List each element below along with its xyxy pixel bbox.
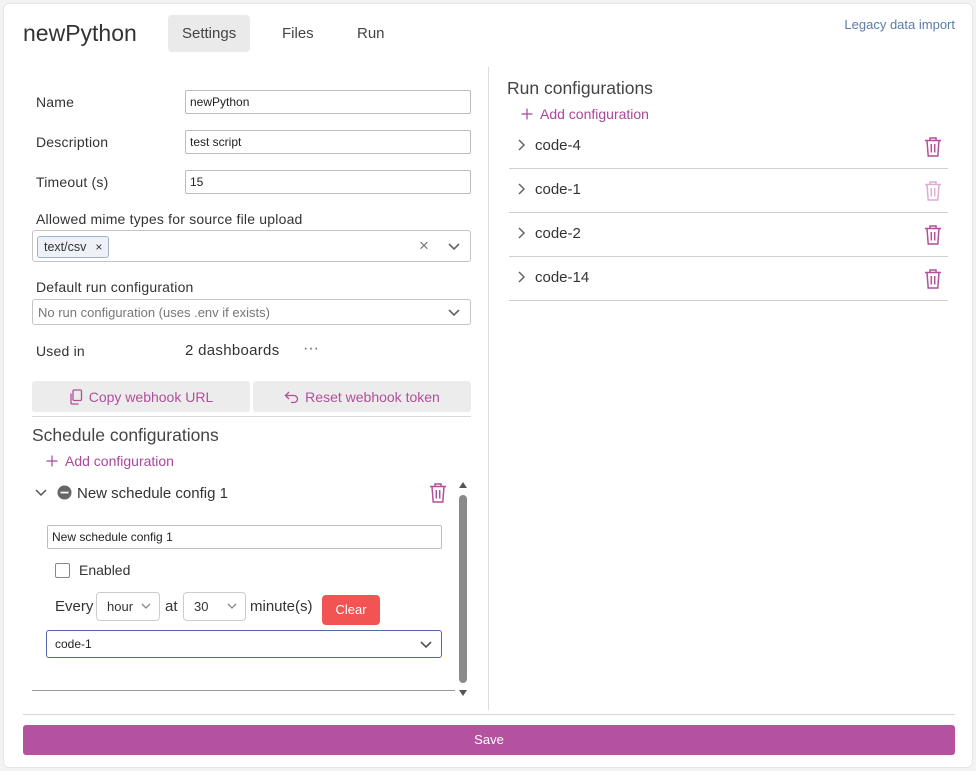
default-run-config-placeholder: No run configuration (uses .env if exist…	[38, 305, 270, 320]
more-options-icon[interactable]: ···	[303, 340, 319, 358]
every-label: Every	[55, 598, 94, 615]
trash-icon[interactable]	[923, 268, 943, 290]
run-config-select[interactable]: code-1	[46, 630, 442, 658]
minus-circle-icon	[57, 485, 72, 500]
schedule-configurations-title: Schedule configurations	[32, 425, 219, 445]
chevron-right-icon[interactable]	[514, 138, 528, 152]
run-config-row[interactable]: code-14	[509, 257, 948, 301]
run-config-row[interactable]: code-4	[509, 125, 948, 169]
reset-webhook-token-button[interactable]: Reset webhook token	[253, 381, 471, 412]
used-in-label: Used in	[36, 343, 85, 359]
run-configurations-title: Run configurations	[507, 78, 653, 98]
enabled-label: Enabled	[79, 562, 131, 578]
chevron-right-icon[interactable]	[514, 270, 528, 284]
chevron-down-icon	[227, 603, 237, 609]
chevron-down-icon	[141, 603, 151, 609]
copy-icon	[70, 388, 82, 405]
description-label: Description	[36, 134, 109, 150]
column-divider	[488, 67, 489, 710]
divider	[23, 714, 955, 715]
mime-types-select[interactable]: text/csv × ×	[32, 230, 471, 262]
chevron-down-icon	[420, 641, 432, 649]
name-label: Name	[36, 94, 75, 110]
enabled-checkbox[interactable]	[55, 563, 70, 578]
tab-files[interactable]: Files	[268, 15, 328, 52]
timeout-label: Timeout (s)	[36, 174, 109, 190]
run-config-label: code-4	[535, 137, 581, 154]
run-config-row[interactable]: code-1	[509, 169, 948, 213]
minute-value: 30	[194, 599, 209, 614]
clear-button[interactable]: Clear	[322, 595, 380, 625]
plus-icon	[46, 455, 58, 467]
trash-icon[interactable]	[923, 224, 943, 246]
name-input[interactable]	[185, 90, 471, 114]
add-schedule-configuration-label: Add configuration	[65, 453, 174, 469]
minutes-label: minute(s)	[250, 598, 313, 615]
app-window: newPython Settings Files Run Legacy data…	[3, 3, 973, 768]
chevron-right-icon[interactable]	[514, 182, 528, 196]
mime-chip-label: text/csv	[44, 240, 87, 254]
copy-webhook-url-label: Copy webhook URL	[88, 388, 214, 405]
at-label: at	[165, 598, 178, 615]
trash-icon[interactable]	[923, 136, 943, 158]
schedule-config-title: New schedule config 1	[77, 485, 228, 502]
plus-icon	[521, 108, 533, 120]
trash-icon[interactable]	[428, 482, 448, 504]
chevron-right-icon[interactable]	[514, 226, 528, 240]
chevron-down-icon[interactable]	[34, 487, 48, 499]
run-config-row[interactable]: code-2	[509, 213, 948, 257]
scroll-down-arrow[interactable]	[458, 689, 468, 697]
used-in-value: 2 dashboards	[185, 342, 280, 359]
chevron-down-icon[interactable]	[447, 242, 461, 252]
undo-icon	[284, 391, 299, 403]
run-config-value: code-1	[55, 637, 92, 651]
save-button[interactable]: Save	[23, 725, 955, 755]
timeout-input[interactable]	[185, 170, 471, 194]
mime-chip: text/csv ×	[37, 236, 110, 258]
app-title: newPython	[23, 20, 137, 46]
schedule-name-input[interactable]	[47, 525, 442, 549]
add-run-configuration-label: Add configuration	[540, 106, 649, 122]
legacy-data-import-link[interactable]: Legacy data import	[844, 17, 955, 32]
tab-run[interactable]: Run	[343, 15, 399, 52]
interval-value: hour	[107, 599, 134, 614]
default-run-config-label: Default run configuration	[36, 279, 194, 295]
divider	[32, 416, 471, 417]
description-input[interactable]	[185, 130, 471, 154]
trash-icon-disabled	[925, 181, 941, 201]
reset-webhook-token-label: Reset webhook token	[305, 388, 440, 405]
scroll-up-arrow[interactable]	[458, 481, 468, 489]
divider	[32, 690, 455, 691]
run-config-label: code-1	[535, 181, 581, 198]
interval-select[interactable]: hour	[96, 592, 160, 621]
scrollbar-thumb[interactable]	[459, 495, 467, 683]
chevron-down-icon	[448, 309, 460, 317]
add-schedule-configuration-button[interactable]: Add configuration	[46, 453, 174, 469]
run-config-label: code-14	[535, 269, 590, 286]
clear-all-icon[interactable]: ×	[419, 236, 429, 256]
run-config-label: code-2	[535, 225, 581, 242]
mime-types-label: Allowed mime types for source file uploa…	[36, 211, 303, 227]
minute-select[interactable]: 30	[183, 592, 246, 621]
chip-remove-icon[interactable]: ×	[95, 237, 102, 257]
add-run-configuration-button[interactable]: Add configuration	[521, 106, 649, 122]
default-run-config-select[interactable]: No run configuration (uses .env if exist…	[32, 299, 471, 325]
tab-settings[interactable]: Settings	[168, 15, 251, 52]
copy-webhook-url-button[interactable]: Copy webhook URL	[32, 381, 250, 412]
